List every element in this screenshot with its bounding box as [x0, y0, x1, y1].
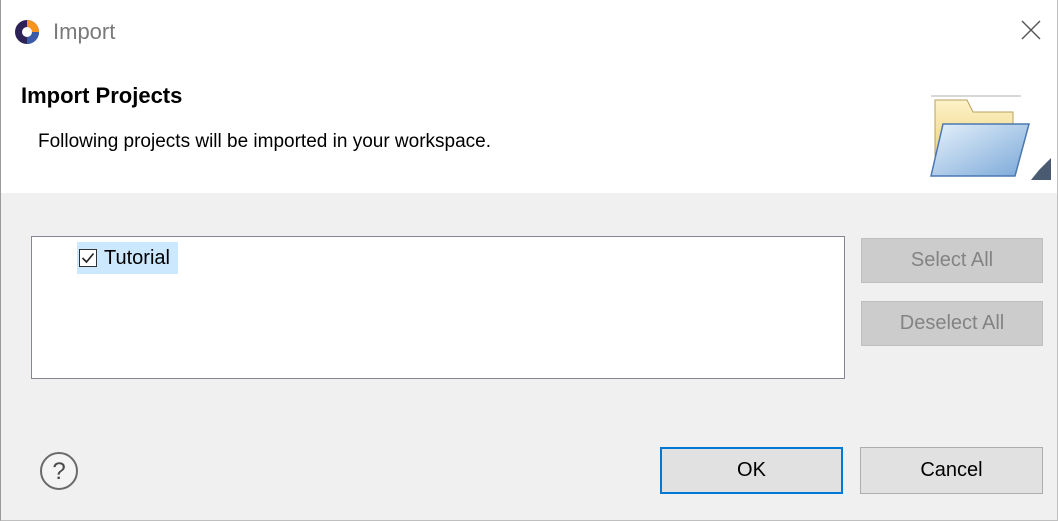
deselect-all-button[interactable]: Deselect All — [861, 301, 1043, 346]
project-list[interactable]: Tutorial — [31, 236, 845, 379]
page-description: Following projects will be imported in y… — [38, 131, 492, 152]
open-folder-icon — [930, 95, 1051, 180]
title-bar[interactable]: Import — [1, 0, 1057, 62]
wizard-header: Import Projects Following projects will … — [1, 62, 1057, 193]
cancel-button[interactable]: Cancel — [860, 447, 1043, 494]
help-icon[interactable]: ? — [39, 451, 79, 491]
page-title: Import Projects — [21, 83, 183, 108]
select-all-button[interactable]: Select All — [861, 238, 1043, 283]
close-icon[interactable] — [1017, 16, 1045, 44]
eclipse-icon — [15, 20, 39, 44]
ok-button[interactable]: OK — [660, 447, 843, 494]
list-item[interactable]: Tutorial — [77, 242, 178, 274]
window-title: Import — [53, 19, 116, 44]
checkbox-checked-icon[interactable] — [79, 249, 97, 267]
import-dialog: Import Import Projects Following project… — [0, 0, 1058, 521]
svg-text:?: ? — [52, 458, 65, 485]
project-label: Tutorial — [104, 246, 170, 269]
